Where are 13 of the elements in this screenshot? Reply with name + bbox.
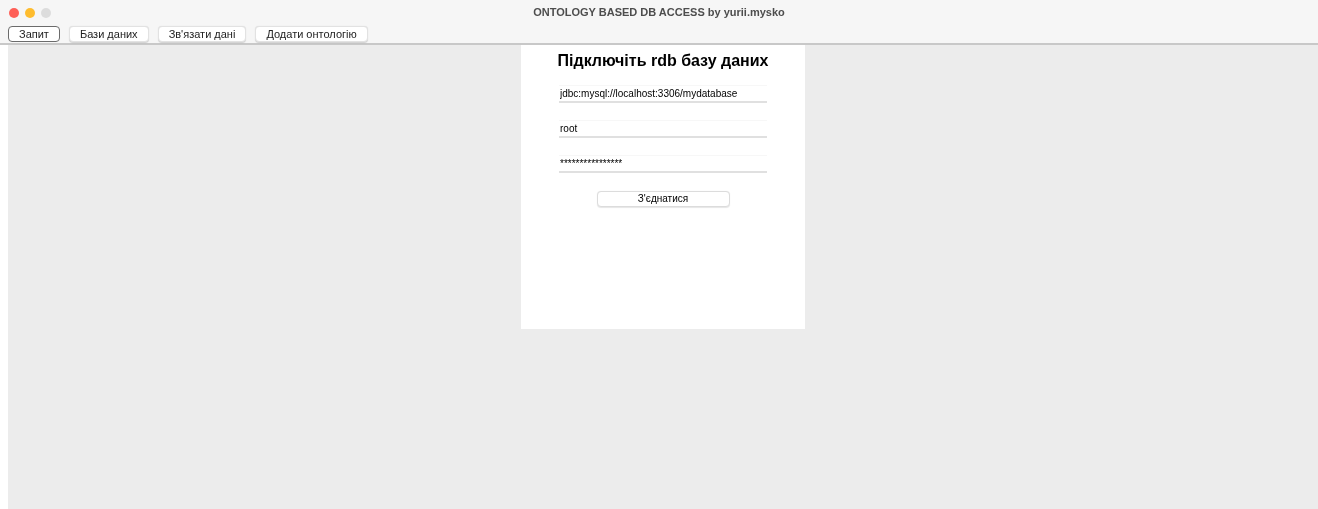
input-field[interactable]: **************** (559, 156, 767, 173)
window-title: ONTOLOGY BASED DB ACCESS by yurii.mysko (533, 5, 785, 21)
input-field[interactable]: jdbc:mysql://localhost:3306/mydatabase (559, 86, 767, 103)
close-icon[interactable] (9, 7, 19, 18)
form-heading: Підключіть rdb базу даних (557, 51, 769, 71)
minimize-icon[interactable] (25, 7, 35, 18)
connect-button[interactable]: З'єднатися (596, 191, 730, 207)
zoom-icon[interactable] (41, 7, 51, 18)
tab[interactable]: Бази даних (68, 26, 149, 42)
tab[interactable]: Запит (8, 26, 60, 42)
input-field[interactable]: root (559, 121, 767, 138)
tab[interactable]: Додати онтологію (255, 26, 368, 42)
tab[interactable]: Зв'язати дані (157, 26, 247, 42)
